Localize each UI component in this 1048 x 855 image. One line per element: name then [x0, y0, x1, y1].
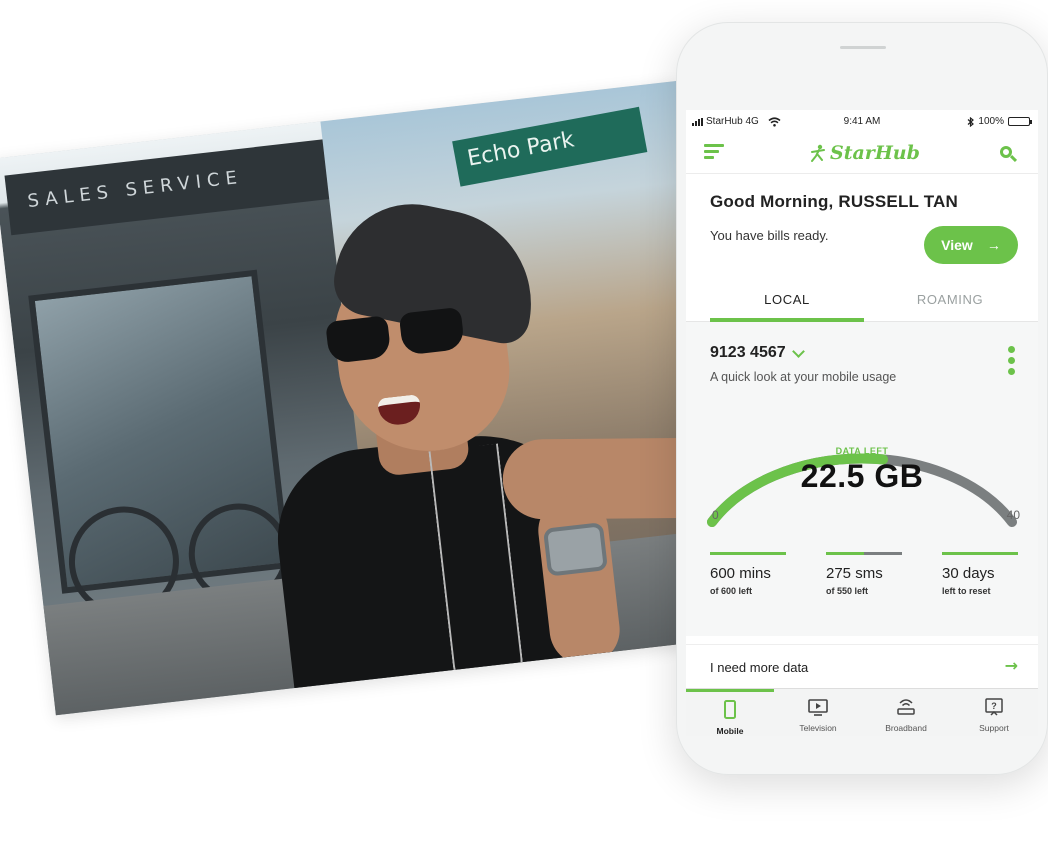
street-sign: Echo Park [452, 106, 648, 187]
app-screen: StarHub 4G 9:41 AM 100% StarHub Good Mor… [686, 110, 1038, 736]
usage-subtitle: A quick look at your mobile usage [710, 370, 897, 384]
usage-card: 9123 4567 A quick look at your mobile us… [686, 322, 1038, 636]
minutes-caption: of 600 left [710, 586, 753, 596]
data-left-label: DATA LEFT [835, 446, 889, 456]
svg-text:?: ? [991, 701, 997, 711]
tab-local[interactable]: LOCAL [710, 278, 864, 322]
days-stat: 30 days left to reset [942, 552, 1018, 596]
tab-label: Mobile [716, 726, 744, 736]
logo-text: StarHub [830, 142, 920, 164]
wristwatch [542, 522, 609, 577]
gauge-min: 0 [712, 508, 719, 522]
starhub-mark-icon [811, 144, 825, 162]
gauge-max: 40 [1006, 508, 1020, 522]
more-data-link[interactable]: I need more data → [686, 644, 1038, 690]
phone-speaker [840, 46, 886, 49]
mobile-icon [724, 700, 736, 719]
storefront-sign: SALES SERVICE [4, 138, 340, 236]
greeting-title: Good Morning, RUSSELL TAN [710, 192, 959, 211]
bottom-tab-bar: Mobile Television Broadband ? Support [686, 688, 1038, 736]
status-bar: StarHub 4G 9:41 AM 100% [686, 110, 1038, 132]
phone-frame: StarHub 4G 9:41 AM 100% StarHub Good Mor… [676, 22, 1048, 775]
days-value: 30 days [942, 565, 995, 582]
minutes-bar [710, 552, 786, 555]
more-options-icon[interactable] [1008, 346, 1016, 376]
broadband-icon [897, 699, 915, 715]
app-header: StarHub [686, 134, 1038, 174]
support-icon: ? [985, 698, 1003, 716]
tab-roaming[interactable]: ROAMING [862, 278, 1038, 322]
starhub-logo: StarHub [810, 142, 920, 164]
sms-stat: 275 sms of 550 left [826, 552, 902, 596]
days-bar [942, 552, 1018, 555]
television-icon [808, 699, 828, 716]
more-data-label: I need more data [710, 660, 809, 675]
data-left-value: 22.5 GB [800, 458, 924, 494]
sms-bar [826, 552, 902, 555]
search-icon[interactable] [1000, 146, 1018, 164]
minutes-value: 600 mins [710, 565, 771, 582]
tab-label: Support [979, 723, 1009, 733]
menu-icon[interactable] [704, 144, 724, 162]
days-caption: left to reset [942, 586, 991, 596]
phone-number: 9123 4567 [710, 344, 786, 361]
tab-label: Broadband [885, 723, 927, 733]
arrow-right-icon: → [1004, 656, 1018, 675]
arrow-right-icon: → [986, 237, 1001, 253]
tab-television[interactable]: Television [774, 689, 862, 736]
view-button-label: View [941, 237, 973, 253]
tab-broadband[interactable]: Broadband [862, 689, 950, 736]
chevron-down-icon [791, 344, 805, 358]
lifestyle-photo: SALES SERVICE Echo Park [0, 80, 742, 716]
bluetooth-icon [968, 116, 975, 127]
usage-tabs: LOCAL ROAMING [686, 278, 1038, 322]
bills-message: You have bills ready. [710, 228, 829, 243]
tab-mobile[interactable]: Mobile [686, 689, 774, 736]
sms-value: 275 sms [826, 565, 883, 582]
tab-label: Television [799, 723, 837, 733]
phone-number-selector[interactable]: 9123 4567 [710, 344, 805, 362]
minutes-stat: 600 mins of 600 left [710, 552, 786, 596]
battery-icon [1008, 117, 1032, 126]
sms-caption: of 550 left [826, 586, 869, 596]
tab-support[interactable]: ? Support [950, 689, 1038, 736]
battery-percent: 100% [978, 116, 1004, 127]
view-bills-button[interactable]: View → [924, 226, 1018, 264]
